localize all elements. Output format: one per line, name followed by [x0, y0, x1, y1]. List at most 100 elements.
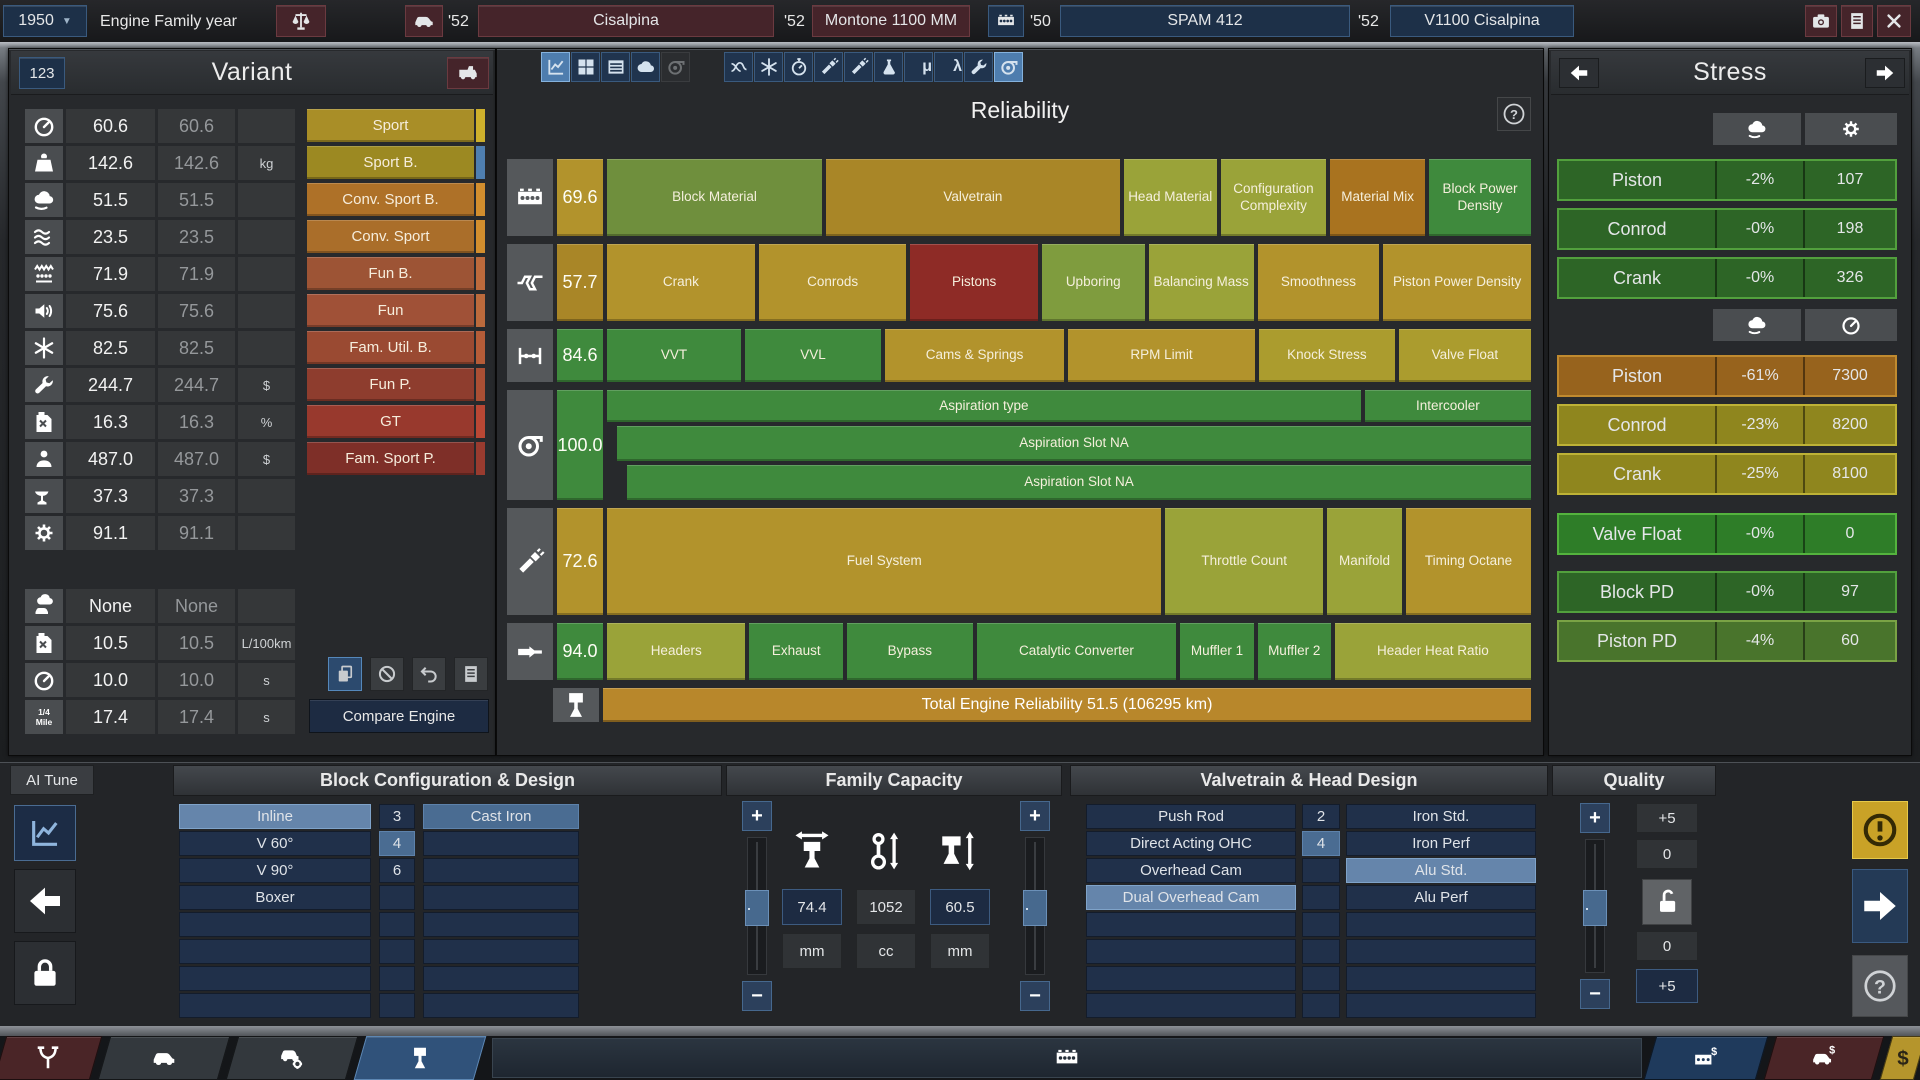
quality-lock-button[interactable] [1642, 879, 1692, 925]
bottom-help-button[interactable] [1852, 955, 1908, 1017]
treemap-cell[interactable]: Valve Float [1399, 329, 1531, 382]
numbers-toggle-button[interactable]: 123 [19, 57, 65, 89]
treemap-cell[interactable]: Upboring [1042, 244, 1145, 321]
vehicle-type-item[interactable]: Fun P. [307, 368, 485, 401]
head-material-option[interactable] [1346, 966, 1536, 991]
stroke-slider[interactable] [1025, 837, 1045, 975]
reliability-view-button[interactable] [631, 52, 660, 82]
valve-count-option[interactable] [1302, 939, 1340, 964]
block-config-option[interactable]: V 90° [179, 858, 371, 883]
treemap-cell[interactable]: Muffler 1 [1180, 623, 1253, 680]
cylinder-count-option[interactable]: 6 [379, 858, 415, 883]
valvetrain-option[interactable]: Dual Overhead Cam [1086, 885, 1296, 910]
compare-scale-button[interactable] [276, 5, 326, 37]
block-config-option[interactable] [179, 939, 371, 964]
valvetrain-option[interactable]: Push Rod [1086, 804, 1296, 829]
treemap-cell[interactable]: Throttle Count [1165, 508, 1323, 615]
quality-increase-button[interactable]: + [1580, 803, 1610, 833]
head-material-option[interactable]: Alu Std. [1346, 858, 1536, 883]
treemap-cell[interactable]: Configuration Complexity [1221, 159, 1327, 236]
undo-button[interactable] [412, 657, 446, 691]
graph-mode-button[interactable] [14, 805, 76, 861]
treemap-cell[interactable]: Muffler 2 [1258, 623, 1331, 680]
quality-slider[interactable] [1585, 839, 1605, 973]
back-button[interactable] [14, 869, 76, 933]
car-name-box[interactable]: Cisalpina [478, 5, 774, 37]
data-table-button[interactable] [601, 52, 630, 82]
injector-b-button[interactable] [844, 52, 873, 82]
prev-page-button[interactable] [1559, 58, 1599, 88]
treemap-cell[interactable]: Headers [607, 623, 745, 680]
notes-button[interactable] [1841, 5, 1873, 37]
treemap-cell[interactable]: Crank [607, 244, 755, 321]
variant-name-box[interactable]: V1100 Cisalpina [1390, 5, 1574, 37]
turbo-view-button[interactable] [661, 52, 690, 82]
vehicle-type-item[interactable]: Fun [307, 294, 485, 327]
block-config-option[interactable] [179, 993, 371, 1018]
vehicle-type-item[interactable]: Sport B. [307, 146, 485, 179]
valve-count-option[interactable] [1302, 885, 1340, 910]
engine-internals-tab[interactable] [360, 1036, 480, 1080]
fluid-button[interactable] [874, 52, 903, 82]
engine-family-button[interactable] [988, 5, 1024, 37]
cylinder-count-option[interactable] [379, 885, 415, 910]
engine-name-box[interactable]: SPAM 412 [1060, 5, 1350, 37]
head-material-option[interactable] [1346, 993, 1536, 1018]
warning-button[interactable] [1852, 801, 1908, 859]
copy-engine-button[interactable] [328, 657, 362, 691]
clone-button[interactable] [454, 657, 488, 691]
treemap-cell[interactable]: Piston Power Density [1383, 244, 1531, 321]
block-config-option[interactable]: Inline [179, 804, 371, 829]
multi-graph-button[interactable] [571, 52, 600, 82]
head-material-option[interactable]: Alu Perf [1346, 885, 1536, 910]
block-material-option[interactable] [423, 939, 579, 964]
aspiration-tab-button[interactable] [994, 52, 1023, 82]
next-step-button[interactable] [1852, 869, 1908, 943]
vehicle-type-item[interactable]: Sport [307, 109, 485, 142]
bore-increase-button[interactable]: + [742, 801, 772, 831]
friction-mu-button[interactable]: μ [904, 52, 933, 82]
treemap-cell[interactable]: Bypass [847, 623, 972, 680]
treemap-cell[interactable]: Smoothness [1258, 244, 1380, 321]
treemap-cell[interactable]: Block Power Density [1429, 159, 1531, 236]
valve-count-option[interactable] [1302, 966, 1340, 991]
block-material-option[interactable] [423, 966, 579, 991]
car-engine-tab[interactable] [232, 1036, 352, 1080]
block-material-option[interactable] [423, 993, 579, 1018]
year-dropdown[interactable]: 1950▼ [3, 5, 87, 37]
quality-max-label-2[interactable]: +5 [1636, 969, 1698, 1003]
aspiration-slot-2[interactable]: Aspiration Slot NA [627, 465, 1531, 500]
valvetrain-option[interactable] [1086, 912, 1296, 937]
treemap-cell[interactable]: Head Material [1124, 159, 1217, 236]
treemap-cell[interactable]: Knock Stress [1259, 329, 1395, 382]
valve-count-option[interactable]: 4 [1302, 831, 1340, 856]
summary-cost-tab[interactable] [1886, 1036, 1920, 1080]
car-body-tab[interactable] [104, 1036, 224, 1080]
stroke-decrease-button[interactable]: − [1020, 981, 1050, 1011]
treemap-cell[interactable]: Block Material [607, 159, 822, 236]
bore-slider[interactable] [747, 837, 767, 975]
engine-family-bar[interactable] [492, 1038, 1642, 1078]
treemap-cell[interactable]: Exhaust [749, 623, 843, 680]
treemap-cell[interactable]: Balancing Mass [1149, 244, 1254, 321]
treemap-cell[interactable]: VVT [607, 329, 741, 382]
compare-graph-button[interactable] [724, 52, 753, 82]
treemap-cell[interactable]: RPM Limit [1068, 329, 1255, 382]
stroke-increase-button[interactable]: + [1020, 801, 1050, 831]
block-material-option[interactable] [423, 831, 579, 856]
valvetrain-option[interactable] [1086, 966, 1296, 991]
trim-name-box[interactable]: Montone 1100 MM [812, 5, 970, 37]
block-config-option[interactable] [179, 966, 371, 991]
treemap-cell[interactable]: Cams & Springs [885, 329, 1064, 382]
valve-count-option[interactable] [1302, 858, 1340, 883]
lambda-button[interactable]: λ [934, 52, 963, 82]
vehicle-type-item[interactable]: Conv. Sport B. [307, 183, 485, 216]
valvetrain-option[interactable]: Overhead Cam [1086, 858, 1296, 883]
bore-value-field[interactable]: 74.4 [782, 889, 842, 925]
screenshot-button[interactable] [1805, 5, 1837, 37]
clear-compare-button[interactable] [370, 657, 404, 691]
valve-count-option[interactable]: 2 [1302, 804, 1340, 829]
next-page-button[interactable] [1865, 58, 1905, 88]
block-material-option[interactable] [423, 858, 579, 883]
treemap-cell[interactable]: Conrods [759, 244, 907, 321]
